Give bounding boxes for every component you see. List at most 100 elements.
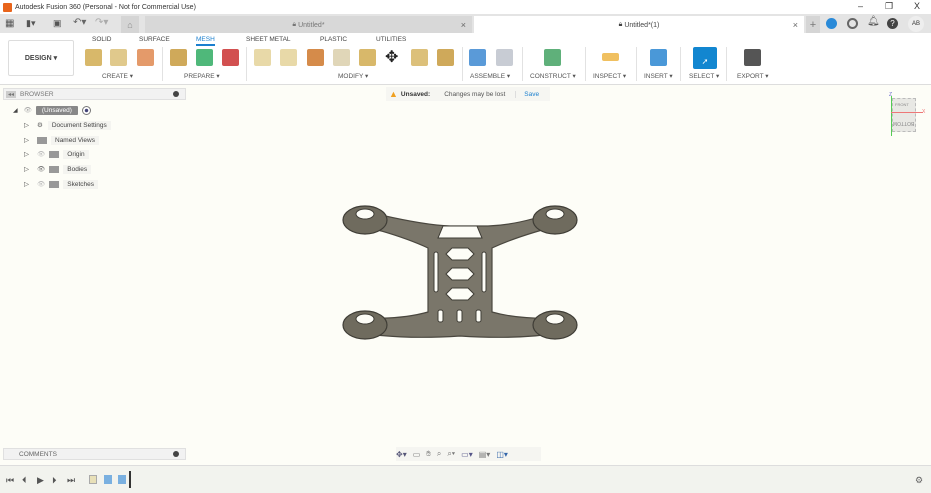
active-radio-icon[interactable] — [81, 105, 91, 115]
smooth-icon[interactable] — [411, 49, 428, 66]
tab-mesh[interactable]: MESH — [196, 36, 215, 46]
new-tab-icon[interactable]: + — [806, 16, 820, 34]
step-forward-icon[interactable]: ⏵ — [52, 475, 57, 486]
workspace-selector[interactable]: DESIGN ▾ — [8, 40, 74, 76]
expand-icon[interactable]: ▷ — [24, 136, 29, 144]
browser-item-document-settings[interactable]: ▷ ⚙ Document Settings — [24, 119, 111, 131]
drone-frame-model[interactable] — [330, 190, 590, 350]
home-icon[interactable]: ⌂ — [121, 16, 139, 34]
close-window-button[interactable]: X — [914, 1, 920, 11]
expand-icon[interactable]: ▷ — [24, 121, 29, 129]
browser-item-bodies[interactable]: ▷ 👁︎ Bodies — [24, 163, 92, 175]
construct-menu[interactable]: CONSTRUCT ▾ — [530, 72, 576, 80]
pan-icon[interactable]: ✋︎ — [426, 449, 431, 459]
pin-icon[interactable] — [173, 451, 179, 457]
tab-untitled-1[interactable]: 🔒︎ Untitled*(1) × — [474, 16, 804, 34]
maximize-button[interactable]: ❐ — [885, 1, 893, 12]
display-settings-icon[interactable]: ▭▾ — [461, 450, 473, 459]
file-menu-icon[interactable]: ▮▾ — [26, 18, 35, 29]
user-avatar[interactable]: AB — [908, 16, 924, 32]
insert-menu[interactable]: INSERT ▾ — [644, 72, 673, 80]
combine-icon[interactable] — [359, 49, 376, 66]
zoom-icon[interactable]: ⌕ — [437, 449, 441, 459]
remesh-icon[interactable] — [437, 49, 454, 66]
divider — [246, 47, 247, 81]
timeline-feature-icon[interactable] — [104, 475, 112, 484]
select-cursor-icon[interactable]: ➚ — [693, 47, 717, 69]
timeline-feature-icon[interactable] — [89, 475, 97, 484]
view-cube[interactable]: FRONT BOTTOM Z X — [886, 92, 926, 138]
redo-icon[interactable]: ↷▾ — [95, 17, 108, 28]
app-grid-icon[interactable]: ▦ — [5, 18, 14, 29]
job-status-icon[interactable] — [847, 18, 858, 29]
orbit-icon[interactable]: ✥▾ — [396, 450, 407, 459]
fit-icon[interactable]: ⌕▾ — [447, 449, 455, 459]
tab-utilities[interactable]: UTILITIES — [376, 36, 406, 43]
grid-settings-icon[interactable]: ▤▾ — [479, 450, 491, 459]
new-component-icon[interactable] — [469, 49, 486, 66]
create-menu[interactable]: CREATE ▾ — [102, 72, 133, 80]
pin-icon[interactable] — [173, 91, 179, 97]
browser-root[interactable]: ◢ 👁︎ (Unsaved) — [13, 104, 91, 116]
expand-icon[interactable]: ▷ — [24, 150, 29, 158]
insert-mesh-icon[interactable] — [85, 49, 102, 66]
undo-icon[interactable]: ↶▾ — [73, 17, 86, 28]
assemble-menu[interactable]: ASSEMBLE ▾ — [470, 72, 510, 80]
minimize-button[interactable]: – — [858, 1, 863, 11]
expand-icon[interactable]: ▷ — [24, 165, 29, 173]
close-tab-icon[interactable]: × — [793, 20, 798, 30]
viewports-icon[interactable]: ◫▾ — [496, 450, 508, 459]
modify-menu[interactable]: MODIFY ▾ — [338, 72, 368, 80]
eye-icon[interactable]: 👁︎ — [24, 106, 32, 114]
shell-icon[interactable] — [333, 49, 350, 66]
save-icon[interactable]: ▣ — [53, 18, 62, 29]
eye-hidden-icon[interactable]: 👁︎ — [37, 150, 45, 158]
go-to-start-icon[interactable]: ⏮ — [6, 475, 14, 486]
inspect-menu[interactable]: INSPECT ▾ — [593, 72, 626, 80]
collapse-panel-icon[interactable]: ◂◂ — [6, 90, 17, 98]
insert-image-icon[interactable] — [650, 49, 667, 66]
tab-plastic[interactable]: PLASTIC — [320, 36, 347, 43]
mesh-section-icon[interactable] — [280, 49, 297, 66]
timeline-feature-icon[interactable] — [118, 475, 126, 484]
timeline-marker[interactable] — [129, 471, 131, 488]
save-link[interactable]: Save — [515, 90, 539, 98]
generate-face-groups-icon[interactable] — [196, 49, 213, 66]
close-tab-icon[interactable]: × — [461, 20, 466, 30]
go-to-end-icon[interactable]: ⏭ — [67, 475, 75, 486]
eye-icon[interactable]: 👁︎ — [37, 165, 45, 173]
browser-panel-header[interactable]: ◂◂ BROWSER — [3, 88, 186, 100]
tessellate-icon[interactable] — [110, 49, 127, 66]
help-icon[interactable]: ? — [887, 18, 898, 29]
look-at-icon[interactable]: ▭ — [413, 450, 421, 459]
repair-icon[interactable] — [170, 49, 187, 66]
create-face-group-icon[interactable] — [137, 49, 154, 66]
offset-plane-icon[interactable] — [544, 49, 561, 66]
tab-solid[interactable]: SOLID — [92, 36, 112, 43]
extensions-icon[interactable] — [826, 18, 837, 29]
browser-item-origin[interactable]: ▷ 👁︎ Origin — [24, 148, 89, 160]
eye-hidden-icon[interactable]: 👁︎ — [37, 180, 45, 188]
tab-sheet-metal[interactable]: SHEET METAL — [246, 36, 291, 43]
joint-icon[interactable] — [496, 49, 513, 66]
browser-item-named-views[interactable]: ▷ Named Views — [24, 134, 99, 146]
expand-icon[interactable]: ▷ — [24, 180, 29, 188]
combine-face-groups-icon[interactable] — [222, 49, 239, 66]
prepare-menu[interactable]: PREPARE ▾ — [184, 72, 220, 80]
select-menu[interactable]: SELECT ▾ — [689, 72, 719, 80]
export-icon[interactable] — [744, 49, 761, 66]
browser-item-sketches[interactable]: ▷ 👁︎ Sketches — [24, 178, 99, 190]
tab-untitled[interactable]: 🔒︎ Untitled* × — [145, 16, 472, 34]
expand-icon[interactable]: ◢ — [13, 107, 18, 114]
comments-panel-header[interactable]: COMMENTS — [3, 448, 186, 460]
notifications-icon[interactable]: 🔔︎ — [867, 16, 880, 27]
play-icon[interactable]: ▶ — [37, 475, 44, 486]
tab-surface[interactable]: SURFACE — [139, 36, 170, 43]
move-icon[interactable]: ✥ — [385, 47, 398, 67]
reverse-normal-icon[interactable] — [307, 49, 324, 66]
plane-cut-icon[interactable] — [254, 49, 271, 66]
measure-icon[interactable] — [602, 53, 619, 61]
step-back-icon[interactable]: ⏴ — [22, 475, 27, 486]
export-menu[interactable]: EXPORT ▾ — [737, 72, 769, 80]
timeline-settings-icon[interactable]: ⚙ — [915, 475, 923, 486]
